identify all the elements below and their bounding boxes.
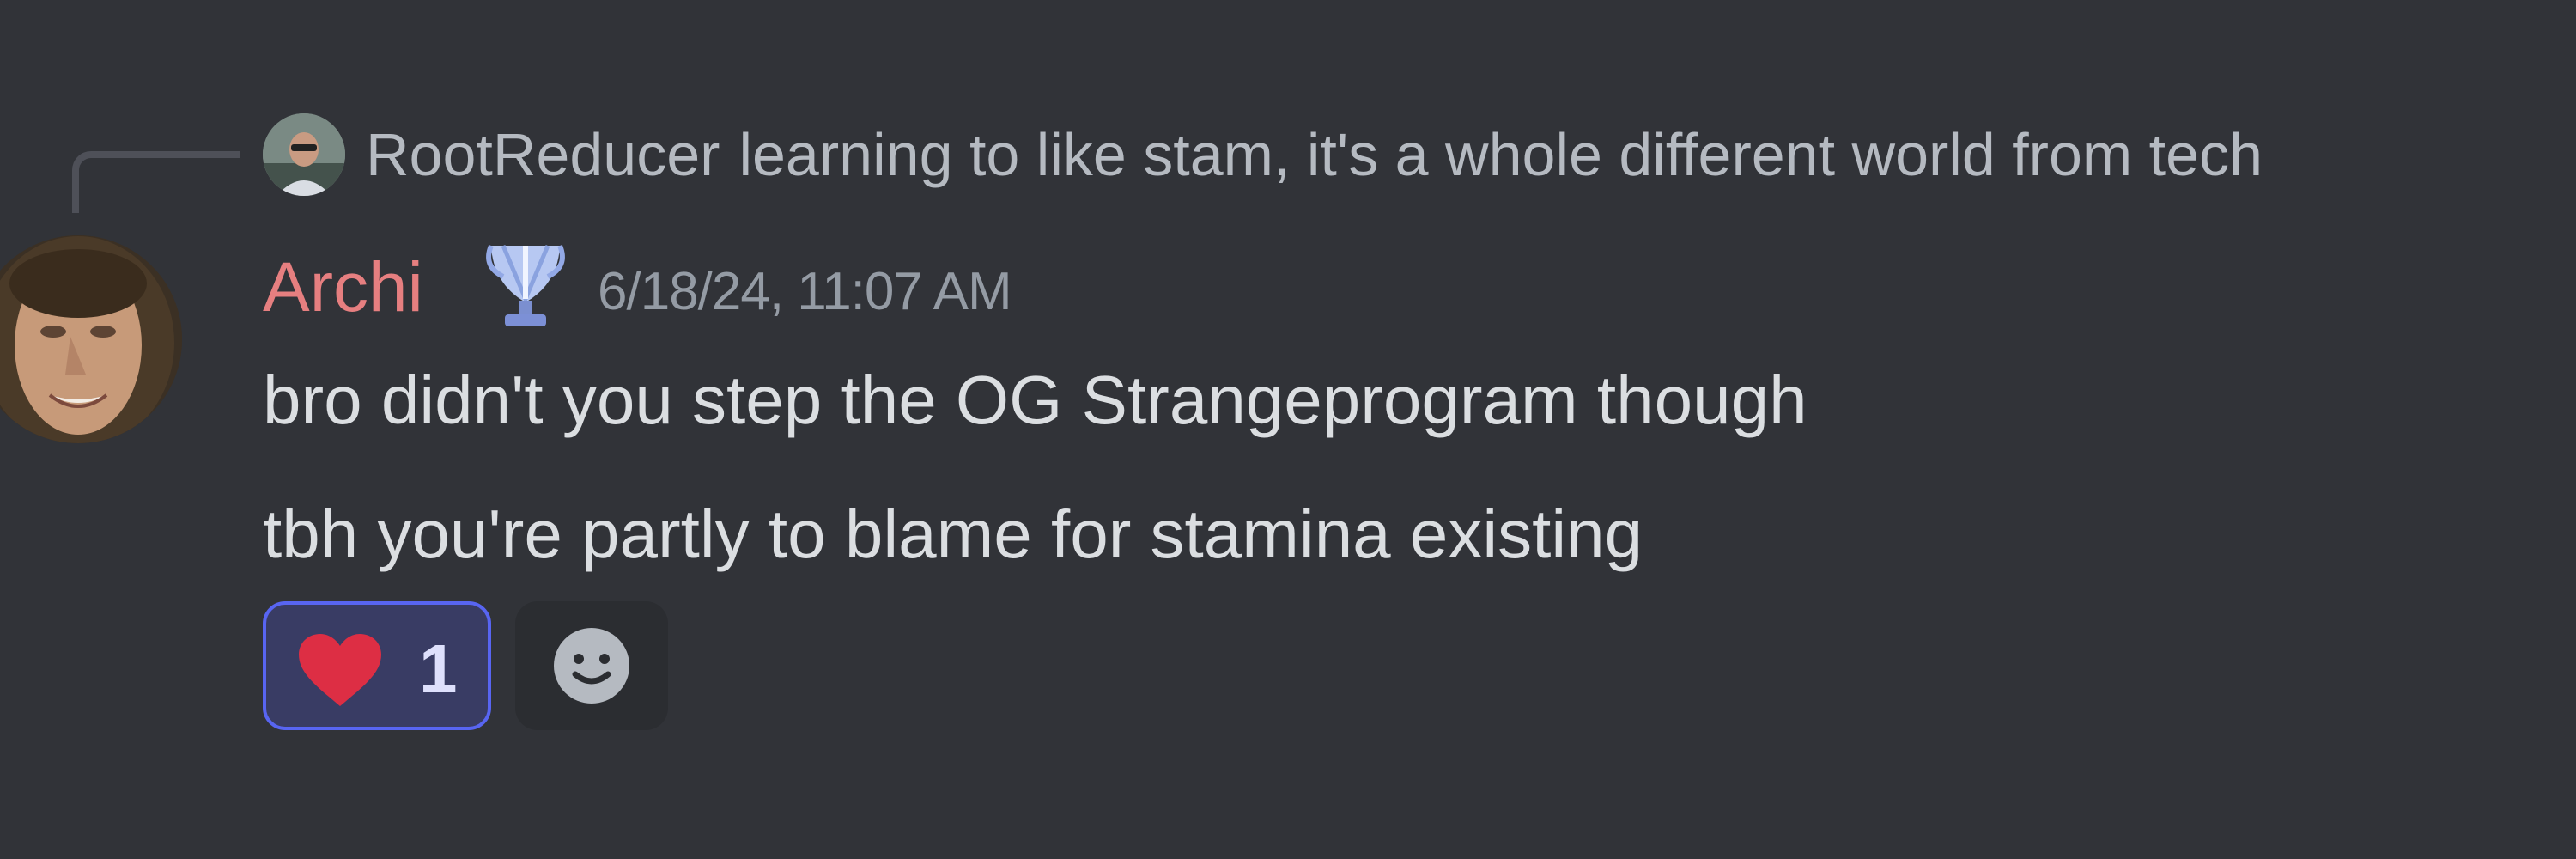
chat-message: RootReducer learning to like stam, it's a… <box>0 0 2576 859</box>
heart-icon <box>297 634 383 708</box>
reply-connector <box>72 151 240 213</box>
avatar[interactable] <box>0 235 182 443</box>
message-text: tbh you're partly to blame for stamina e… <box>263 496 1643 572</box>
trophy-icon[interactable] <box>483 242 568 332</box>
reply-avatar[interactable] <box>263 113 345 196</box>
smile-icon <box>552 626 631 705</box>
reaction-count: 1 <box>419 631 458 707</box>
reply-preview[interactable]: RootReducer learning to like stam, it's a… <box>366 116 2263 193</box>
add-reaction-button[interactable] <box>515 601 668 730</box>
timestamp[interactable]: 6/18/24, 11:07 AM <box>598 256 1012 328</box>
message-text: bro didn't you step the OG Strangeprogra… <box>263 362 1807 438</box>
heart-reaction-button[interactable]: 1 <box>263 601 491 730</box>
reply-text[interactable]: learning to like stam, it's a whole diff… <box>738 121 2263 188</box>
username[interactable]: Archi <box>263 241 423 335</box>
reply-author[interactable]: RootReducer <box>366 121 720 188</box>
